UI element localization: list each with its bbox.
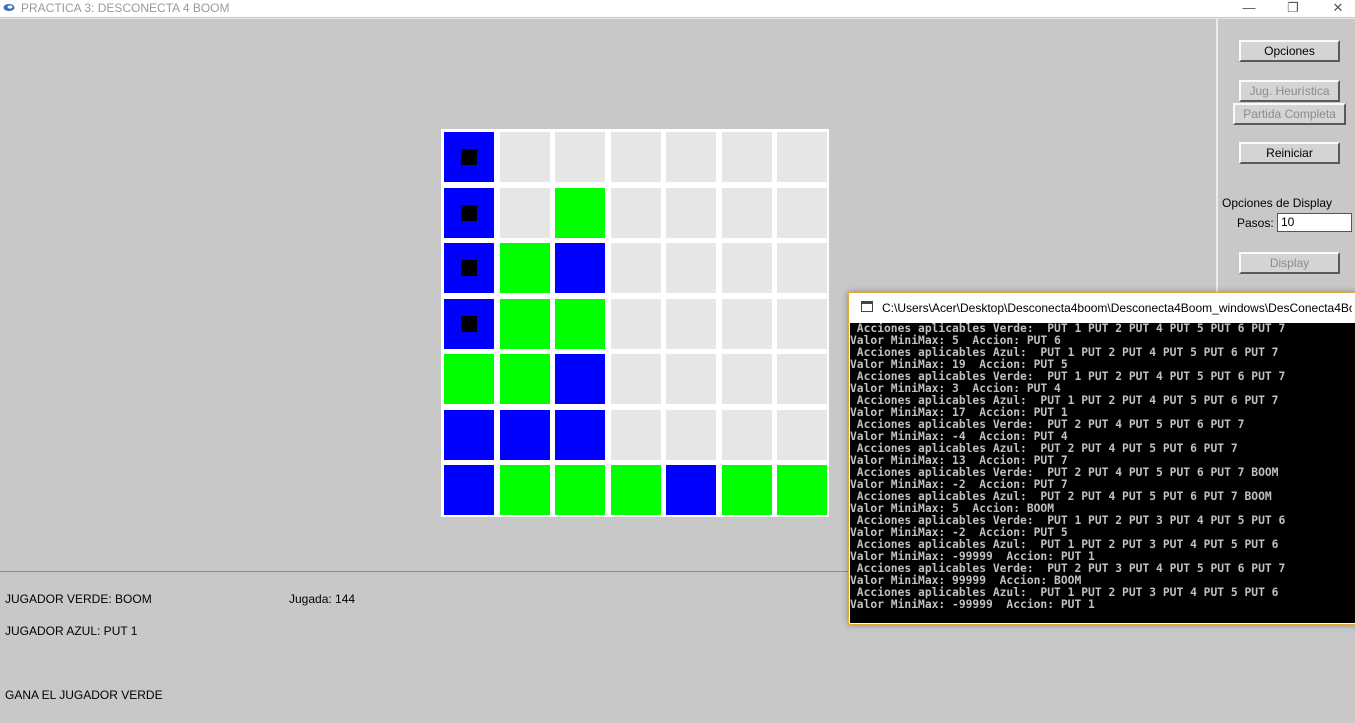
board-cell-empty[interactable] bbox=[721, 298, 772, 349]
board-cell-blue[interactable] bbox=[499, 409, 550, 460]
board-cell-empty[interactable] bbox=[499, 187, 550, 238]
board-cell-empty[interactable] bbox=[666, 409, 716, 460]
console-title-bar[interactable]: C:\Users\Acer\Desktop\Desconecta4boom\De… bbox=[849, 293, 1355, 323]
board-cell-blue[interactable] bbox=[444, 465, 494, 515]
bomb-icon bbox=[461, 149, 477, 165]
winner-message: GANA EL JUGADOR VERDE bbox=[5, 688, 163, 702]
board-cell-empty[interactable] bbox=[666, 187, 716, 238]
console-icon bbox=[861, 301, 873, 312]
board-cell-empty[interactable] bbox=[610, 354, 661, 404]
board-cell-green[interactable] bbox=[777, 465, 827, 515]
board-cell-empty[interactable] bbox=[666, 298, 716, 349]
board-cell-green[interactable] bbox=[555, 298, 605, 349]
bomb-icon bbox=[461, 315, 477, 332]
board-cell-empty[interactable] bbox=[777, 298, 827, 349]
app-icon bbox=[3, 4, 15, 11]
board-cell-empty[interactable] bbox=[777, 243, 827, 293]
board-cell-empty[interactable] bbox=[721, 409, 772, 460]
board-cell-empty[interactable] bbox=[499, 132, 550, 182]
console-title: C:\Users\Acer\Desktop\Desconecta4boom\De… bbox=[882, 301, 1352, 315]
board-cell-green[interactable] bbox=[555, 187, 605, 238]
board-cell-empty[interactable] bbox=[666, 354, 716, 404]
maximize-icon[interactable]: ❐ bbox=[1270, 0, 1316, 17]
console-line: Valor MiniMax: -99999 Accion: PUT 1 bbox=[850, 598, 1095, 611]
board-cell-green[interactable] bbox=[499, 354, 550, 404]
board-cell-empty[interactable] bbox=[610, 298, 661, 349]
board-cell-blue[interactable] bbox=[444, 187, 494, 238]
console-window[interactable]: C:\Users\Acer\Desktop\Desconecta4boom\De… bbox=[848, 292, 1355, 625]
board-cell-green[interactable] bbox=[499, 243, 550, 293]
board-cell-blue[interactable] bbox=[555, 409, 605, 460]
pasos-label: Pasos: bbox=[1237, 216, 1274, 230]
partida-completa-button[interactable]: Partida Completa bbox=[1233, 103, 1346, 125]
board-cell-green[interactable] bbox=[555, 465, 605, 515]
minimize-icon[interactable]: — bbox=[1226, 0, 1272, 17]
board-cell-empty[interactable] bbox=[610, 132, 661, 182]
board-cell-empty[interactable] bbox=[666, 243, 716, 293]
display-button[interactable]: Display bbox=[1239, 252, 1340, 274]
board-cell-empty[interactable] bbox=[666, 132, 716, 182]
board-cell-empty[interactable] bbox=[777, 409, 827, 460]
opciones-button[interactable]: Opciones bbox=[1239, 40, 1340, 62]
game-board[interactable] bbox=[441, 129, 829, 517]
title-bar: PRACTICA 3: DESCONECTA 4 BOOM — ❐ ✕ bbox=[0, 0, 1355, 17]
bomb-icon bbox=[461, 260, 477, 276]
window-title: PRACTICA 3: DESCONECTA 4 BOOM bbox=[21, 1, 230, 15]
display-options-heading: Opciones de Display bbox=[1222, 196, 1333, 210]
board-cell-empty[interactable] bbox=[610, 187, 661, 238]
board-cell-blue[interactable] bbox=[444, 132, 494, 182]
board-cell-blue[interactable] bbox=[444, 298, 494, 349]
board-cell-blue[interactable] bbox=[555, 243, 605, 293]
jug-heuristica-button[interactable]: Jug. Heurística bbox=[1239, 80, 1340, 102]
board-cell-green[interactable] bbox=[499, 298, 550, 349]
board-cell-empty[interactable] bbox=[777, 187, 827, 238]
board-cell-blue[interactable] bbox=[444, 243, 494, 293]
pasos-input[interactable]: 10 bbox=[1277, 213, 1352, 232]
jugada-counter: Jugada: 144 bbox=[289, 592, 356, 606]
board-cell-green[interactable] bbox=[499, 465, 550, 515]
board-cell-blue[interactable] bbox=[555, 354, 605, 404]
board-cell-empty[interactable] bbox=[721, 132, 772, 182]
board-cell-green[interactable] bbox=[610, 465, 661, 515]
jugador-azul-status: JUGADOR AZUL: PUT 1 bbox=[5, 624, 138, 638]
reiniciar-button[interactable]: Reiniciar bbox=[1239, 142, 1340, 164]
board-cell-green[interactable] bbox=[721, 465, 772, 515]
board-cell-empty[interactable] bbox=[721, 354, 772, 404]
board-cell-empty[interactable] bbox=[610, 409, 661, 460]
board-cell-empty[interactable] bbox=[555, 132, 605, 182]
board-cell-green[interactable] bbox=[444, 354, 494, 404]
board-cell-empty[interactable] bbox=[777, 132, 827, 182]
board-cell-empty[interactable] bbox=[610, 243, 661, 293]
bomb-icon bbox=[461, 204, 477, 221]
jugador-verde-status: JUGADOR VERDE: BOOM bbox=[5, 592, 152, 606]
console-output: Acciones aplicables Verde: PUT 1 PUT 2 P… bbox=[850, 323, 1355, 623]
board-cell-blue[interactable] bbox=[666, 465, 716, 515]
board-cell-empty[interactable] bbox=[777, 354, 827, 404]
close-icon[interactable]: ✕ bbox=[1315, 0, 1355, 17]
board-cell-empty[interactable] bbox=[721, 187, 772, 238]
board-cell-blue[interactable] bbox=[444, 409, 494, 460]
board-cell-empty[interactable] bbox=[721, 243, 772, 293]
